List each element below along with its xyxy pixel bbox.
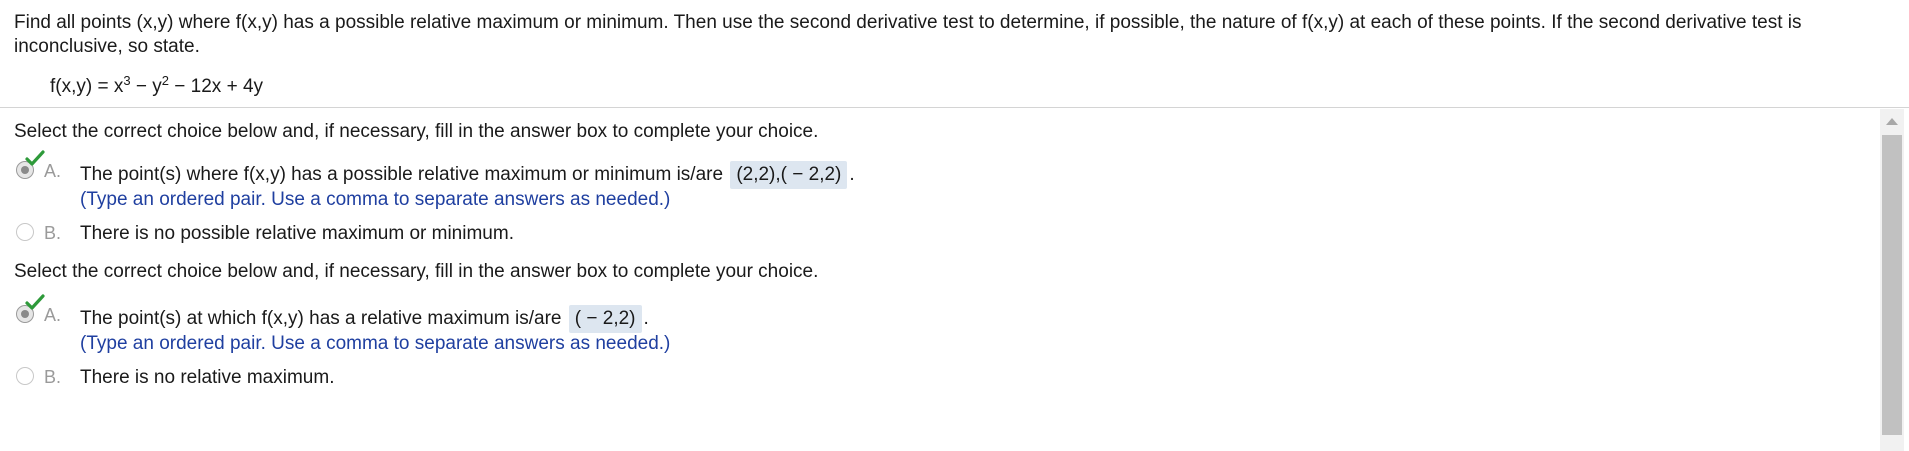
- choice-text-after: .: [849, 164, 855, 185]
- function-formula: f(x,y) = x3 − y2 − 12x + 4y: [50, 73, 264, 99]
- formula-rhs: − 12x + 4y: [169, 76, 264, 97]
- part1-choice-b[interactable]: B. There is no possible relative maximum…: [0, 219, 1870, 249]
- choice-letter: A.: [44, 305, 62, 325]
- formula-exponent-2: 2: [161, 73, 169, 88]
- choice-text-after: .: [643, 308, 649, 329]
- answer-area[interactable]: Select the correct choice below and, if …: [0, 109, 1878, 451]
- formula-mid: − y: [130, 76, 162, 97]
- part1-prompt: Select the correct choice below and, if …: [14, 121, 819, 142]
- question-panel: Find all points (x,y) where f(x,y) has a…: [0, 0, 1909, 108]
- part1-hint: (Type an ordered pair. Use a comma to se…: [80, 189, 671, 210]
- choice-text: The point(s) at which f(x,y) has a relat…: [80, 305, 649, 333]
- check-mark-icon: [25, 150, 45, 166]
- question-text: Find all points (x,y) where f(x,y) has a…: [14, 12, 1802, 57]
- part2-prompt: Select the correct choice below and, if …: [14, 261, 819, 282]
- radio-icon[interactable]: [16, 223, 34, 241]
- radio-icon[interactable]: [16, 367, 34, 385]
- formula-exponent-1: 3: [123, 73, 131, 88]
- vertical-scrollbar[interactable]: [1880, 109, 1904, 451]
- part2-hint: (Type an ordered pair. Use a comma to se…: [80, 333, 671, 354]
- scrollbar-thumb[interactable]: [1882, 135, 1902, 435]
- choice-letter: B.: [44, 367, 62, 387]
- choice-letter: B.: [44, 223, 62, 243]
- choice-text-before: The point(s) where f(x,y) has a possible…: [80, 164, 724, 185]
- choice-text: The point(s) where f(x,y) has a possible…: [80, 161, 855, 189]
- choice-text: There is no relative maximum.: [80, 367, 335, 388]
- formula-lhs: f(x,y) = x: [50, 76, 124, 97]
- check-mark-icon: [25, 294, 45, 310]
- choice-letter: A.: [44, 161, 62, 181]
- scroll-up-arrow-icon[interactable]: [1880, 113, 1904, 129]
- choice-text-before: The point(s) at which f(x,y) has a relat…: [80, 308, 562, 329]
- answer-box[interactable]: (2,2),( − 2,2): [730, 161, 848, 189]
- part2-choice-a[interactable]: A. The point(s) at which f(x,y) has a re…: [0, 294, 1870, 333]
- part2-choice-b[interactable]: B. There is no relative maximum.: [0, 363, 1870, 393]
- answer-box[interactable]: ( − 2,2): [568, 305, 642, 333]
- part1-choice-a[interactable]: A. The point(s) where f(x,y) has a possi…: [0, 150, 1870, 189]
- choice-text: There is no possible relative maximum or…: [80, 223, 514, 244]
